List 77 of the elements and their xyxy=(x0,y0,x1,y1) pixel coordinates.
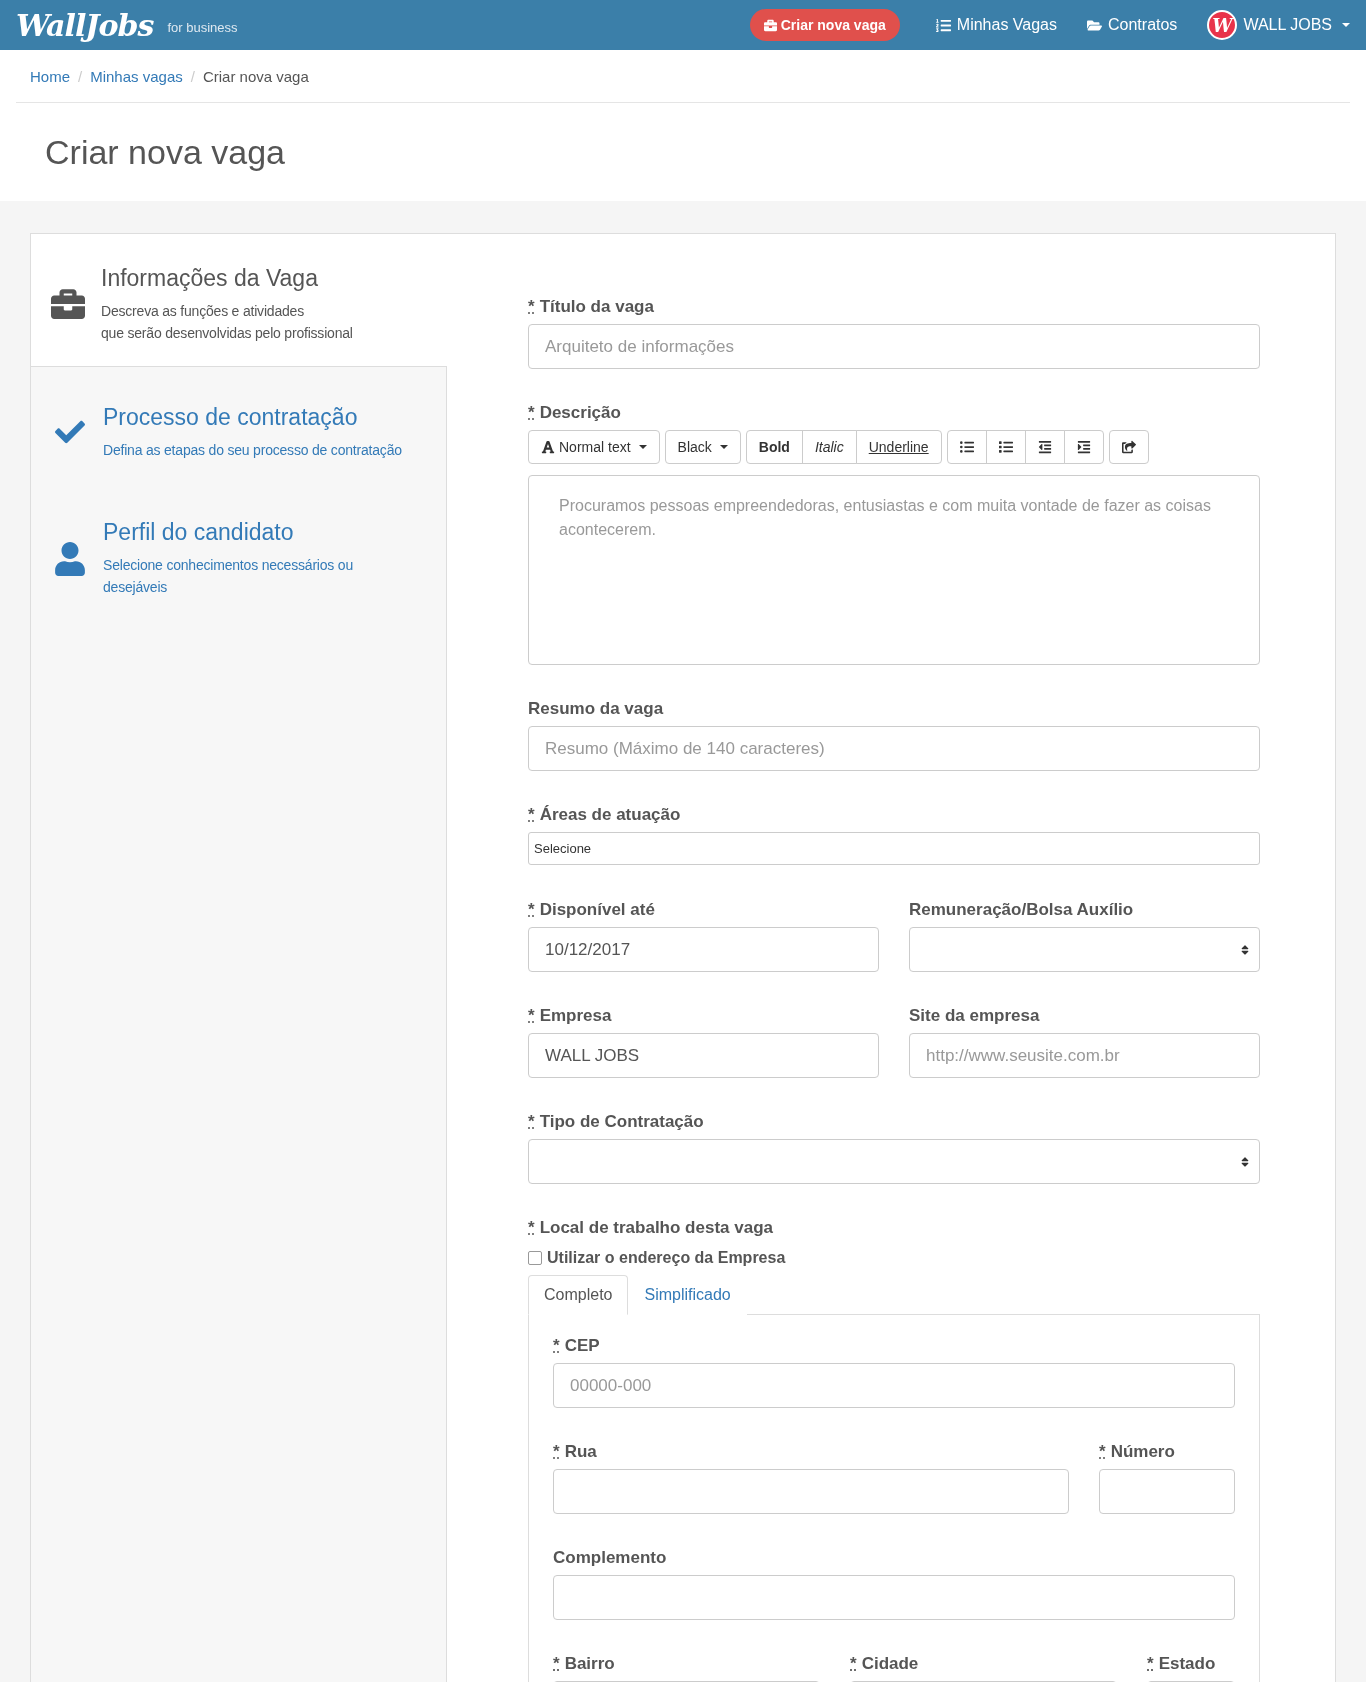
briefcase-icon xyxy=(51,287,85,321)
field-label: Site da empresa xyxy=(909,1005,1041,1027)
briefcase-icon xyxy=(763,18,777,32)
font-icon xyxy=(541,440,555,454)
breadcrumb-current: Criar nova vaga xyxy=(202,67,309,85)
format-button[interactable]: Underline xyxy=(855,430,942,464)
breadcrumb-link[interactable]: Minhas vagas xyxy=(90,67,183,85)
step-description: Descreva as funções e atividades que serão desenvolvidas pelo profissional xyxy=(101,301,353,343)
field-label: * Áreas de atuação xyxy=(528,804,682,826)
step-title: Informações da Vaga xyxy=(101,264,319,292)
account-menu[interactable]: W WALL JOBS xyxy=(1207,10,1350,40)
nav-link[interactable]: Contratos xyxy=(1087,16,1178,34)
select-field[interactable]: Selecione xyxy=(528,832,1260,865)
checkbox-label[interactable]: Utilizar o endereço da Empresa xyxy=(547,1249,786,1267)
step-title: Perfil do candidato xyxy=(103,519,295,546)
step-title: Processo de contratação xyxy=(103,403,359,431)
step-item[interactable]: Informações da Vaga Descreva as funções e atividades que serão desenvolvidas pelo profissional xyxy=(31,234,447,367)
checkbox[interactable] xyxy=(528,1251,542,1265)
input-field[interactable]: 10/12/2017 xyxy=(528,927,879,972)
share-icon xyxy=(1121,440,1136,454)
dropdown-button[interactable]: Black xyxy=(664,430,741,464)
select-field[interactable] xyxy=(528,1139,1260,1184)
field-label: * Bairro xyxy=(553,1653,616,1675)
field-label: Remuneração/Bolsa Auxílio xyxy=(909,899,1135,921)
tab[interactable]: Completo xyxy=(528,1275,629,1315)
step-item[interactable]: Perfil do candidato Selecione conhecimentos necessários ou desejáveis xyxy=(31,489,446,620)
input-field[interactable]: 00000-000 xyxy=(553,1363,1235,1408)
input-field[interactable] xyxy=(553,1575,1235,1620)
bullet-list-icon xyxy=(959,440,974,454)
breadcrumb-separator: / xyxy=(78,67,83,85)
user-icon xyxy=(53,541,87,576)
field-label: * Tipo de Contratação xyxy=(528,1111,705,1133)
step-description: Selecione conhecimentos necessários ou desejáveis xyxy=(103,556,354,597)
field-label: * Número xyxy=(1099,1441,1176,1463)
format-button[interactable]: Italic xyxy=(801,430,857,464)
tagline: for business xyxy=(167,19,238,35)
sort-arrows-icon xyxy=(1239,943,1251,956)
create-job-button[interactable]: Criar nova vaga xyxy=(749,9,900,41)
outdent-icon xyxy=(1037,440,1052,454)
field-label: Resumo da vaga xyxy=(528,698,665,720)
sort-arrows-icon xyxy=(1239,1155,1251,1168)
breadcrumb-link[interactable]: Home xyxy=(30,67,70,85)
list-icon xyxy=(935,17,951,33)
field-label: * Empresa xyxy=(528,1005,613,1027)
toolbar-button[interactable] xyxy=(1063,430,1104,464)
toolbar-button[interactable] xyxy=(946,430,987,464)
indent-icon xyxy=(1076,440,1091,454)
dropdown-button[interactable]: Normal text xyxy=(528,430,660,464)
field-label: * Título da vaga xyxy=(528,296,655,318)
field-label: * Local de trabalho desta vaga xyxy=(528,1217,774,1239)
field-label: Complemento xyxy=(553,1547,668,1569)
input-field[interactable]: WALL JOBS xyxy=(528,1033,879,1078)
toolbar-button[interactable] xyxy=(1108,430,1149,464)
step-description: Defina as etapas do seu processo de contratação xyxy=(103,440,402,460)
input-field[interactable]: Resumo (Máximo de 140 caracteres) xyxy=(528,726,1260,771)
field-label: * CEP xyxy=(553,1335,601,1357)
format-button[interactable]: Bold xyxy=(745,430,803,464)
page-title: Criar nova vaga xyxy=(44,131,286,173)
toolbar-button[interactable] xyxy=(985,430,1026,464)
field-label: * Disponível até xyxy=(528,899,656,921)
select-field[interactable] xyxy=(909,927,1260,972)
list-icon xyxy=(998,440,1013,454)
input-field[interactable] xyxy=(1099,1469,1235,1514)
input-field[interactable] xyxy=(553,1469,1069,1514)
toolbar-button[interactable] xyxy=(1024,430,1065,464)
field-label: * Descrição xyxy=(528,402,622,424)
nav-link[interactable]: Minhas Vagas xyxy=(935,16,1057,34)
field-label: * Cidade xyxy=(850,1653,920,1675)
step-item[interactable]: Processo de contratação Defina as etapas do seu processo de contratação xyxy=(31,367,446,489)
input-field[interactable]: Arquiteto de informações xyxy=(528,324,1260,369)
field-label: * Rua xyxy=(553,1441,598,1463)
avatar: W xyxy=(1207,10,1238,40)
breadcrumb-separator: / xyxy=(190,67,195,85)
input-field[interactable]: http://www.seusite.com.br xyxy=(909,1033,1260,1078)
description-editor[interactable]: Procuramos pessoas empreendedoras, entusiastas e com muita vontade de fazer as coisas acontecerem. xyxy=(528,475,1260,665)
logo[interactable]: WallJobs xyxy=(16,7,154,43)
field-label: * Estado xyxy=(1147,1653,1217,1675)
